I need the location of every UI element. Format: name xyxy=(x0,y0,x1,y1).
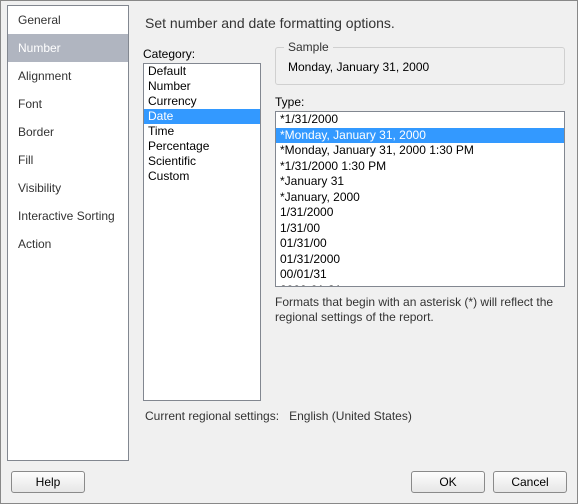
type-item[interactable]: 01/31/2000 xyxy=(276,252,564,268)
sidebar-item-interactive-sorting[interactable]: Interactive Sorting xyxy=(8,202,128,230)
regional-value: English (United States) xyxy=(289,409,412,423)
category-label: Category: xyxy=(143,47,261,61)
type-list[interactable]: *1/31/2000*Monday, January 31, 2000*Mond… xyxy=(275,111,565,287)
category-item-scientific[interactable]: Scientific xyxy=(144,154,260,169)
sample-value: Monday, January 31, 2000 xyxy=(286,56,554,74)
category-item-currency[interactable]: Currency xyxy=(144,94,260,109)
page-title: Set number and date formatting options. xyxy=(145,15,565,31)
category-item-default[interactable]: Default xyxy=(144,64,260,79)
type-item[interactable]: 1/31/2000 xyxy=(276,205,564,221)
type-item[interactable]: *Monday, January 31, 2000 1:30 PM xyxy=(276,143,564,159)
type-label: Type: xyxy=(275,95,565,109)
format-hint: Formats that begin with an asterisk (*) … xyxy=(275,295,565,325)
type-item[interactable]: 2000-01-31 xyxy=(276,283,564,288)
ok-button[interactable]: OK xyxy=(411,471,485,493)
sidebar-item-border[interactable]: Border xyxy=(8,118,128,146)
sidebar-item-action[interactable]: Action xyxy=(8,230,128,258)
category-item-number[interactable]: Number xyxy=(144,79,260,94)
sample-group: Sample Monday, January 31, 2000 xyxy=(275,47,565,85)
type-item[interactable]: *January, 2000 xyxy=(276,190,564,206)
type-item[interactable]: *January 31 xyxy=(276,174,564,190)
help-button[interactable]: Help xyxy=(11,471,85,493)
sidebar-item-font[interactable]: Font xyxy=(8,90,128,118)
type-item[interactable]: *Monday, January 31, 2000 xyxy=(276,128,564,144)
type-item[interactable]: 01/31/00 xyxy=(276,236,564,252)
cancel-button[interactable]: Cancel xyxy=(493,471,567,493)
category-item-percentage[interactable]: Percentage xyxy=(144,139,260,154)
category-item-date[interactable]: Date xyxy=(144,109,260,124)
sidebar-item-fill[interactable]: Fill xyxy=(8,146,128,174)
category-item-custom[interactable]: Custom xyxy=(144,169,260,184)
sample-legend: Sample xyxy=(284,40,333,54)
type-item[interactable]: *1/31/2000 1:30 PM xyxy=(276,159,564,175)
sidebar: GeneralNumberAlignmentFontBorderFillVisi… xyxy=(1,1,131,465)
dialog-footer: Help OK Cancel xyxy=(1,465,577,503)
type-item[interactable]: 1/31/00 xyxy=(276,221,564,237)
regional-label: Current regional settings: xyxy=(145,409,279,423)
sidebar-item-visibility[interactable]: Visibility xyxy=(8,174,128,202)
sidebar-item-alignment[interactable]: Alignment xyxy=(8,62,128,90)
sidebar-item-general[interactable]: General xyxy=(8,6,128,34)
sidebar-item-number[interactable]: Number xyxy=(8,34,128,62)
main-panel: Set number and date formatting options. … xyxy=(131,1,577,465)
category-list[interactable]: DefaultNumberCurrencyDateTimePercentageS… xyxy=(143,63,261,401)
sidebar-list[interactable]: GeneralNumberAlignmentFontBorderFillVisi… xyxy=(7,5,129,461)
type-item[interactable]: 00/01/31 xyxy=(276,267,564,283)
regional-settings: Current regional settings: English (Unit… xyxy=(145,409,565,423)
category-item-time[interactable]: Time xyxy=(144,124,260,139)
type-item[interactable]: *1/31/2000 xyxy=(276,112,564,128)
